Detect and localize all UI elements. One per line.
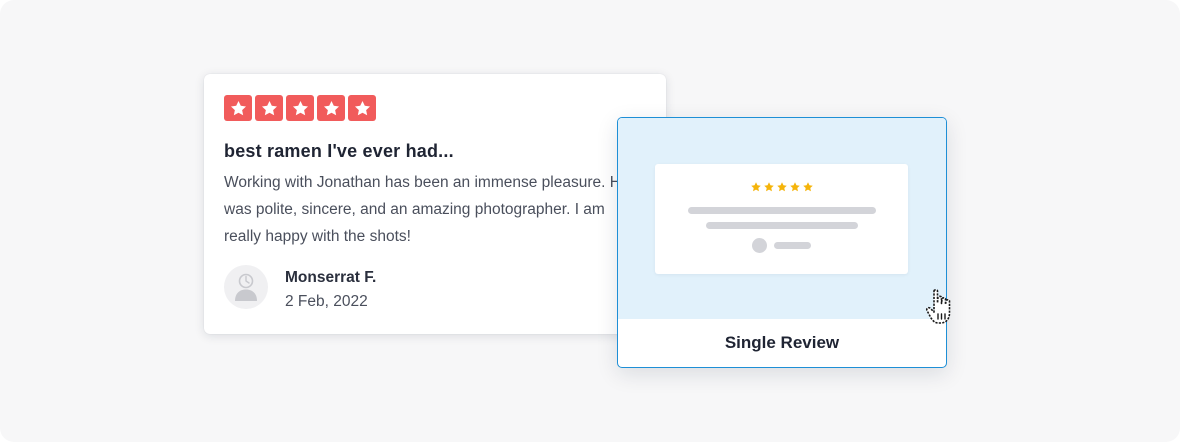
star-icon <box>286 95 314 121</box>
review-card: best ramen I've ever had... Working with… <box>204 74 666 334</box>
mini-name-line <box>774 242 811 249</box>
mini-star-icon <box>803 182 813 192</box>
user-placeholder-icon <box>224 265 268 309</box>
mini-star-icon <box>790 182 800 192</box>
star-icon <box>224 95 252 121</box>
author-name: Monserrat F. <box>285 269 377 286</box>
review-body: Working with Jonathan has been an immens… <box>224 174 630 245</box>
hand-pointer-icon <box>925 289 951 324</box>
star-rating <box>224 95 376 121</box>
star-icon <box>255 95 283 121</box>
review-date: 2 Feb, 2022 <box>285 293 368 310</box>
mini-star-icon <box>764 182 774 192</box>
widget-option-label: Single Review <box>724 333 840 352</box>
mini-star-icon <box>751 182 761 192</box>
star-icon <box>348 95 376 121</box>
mini-star-rating <box>750 181 814 193</box>
mini-avatar <box>752 238 767 253</box>
single-review-widget-option[interactable]: Single Review <box>617 117 947 368</box>
star-icon <box>317 95 345 121</box>
mini-text-line <box>688 207 876 214</box>
mini-review-card <box>655 164 908 274</box>
widget-preview <box>618 118 946 319</box>
review-title: best ramen I've ever had... <box>224 141 454 161</box>
mini-star-icon <box>777 182 787 192</box>
mini-text-line <box>706 222 858 229</box>
